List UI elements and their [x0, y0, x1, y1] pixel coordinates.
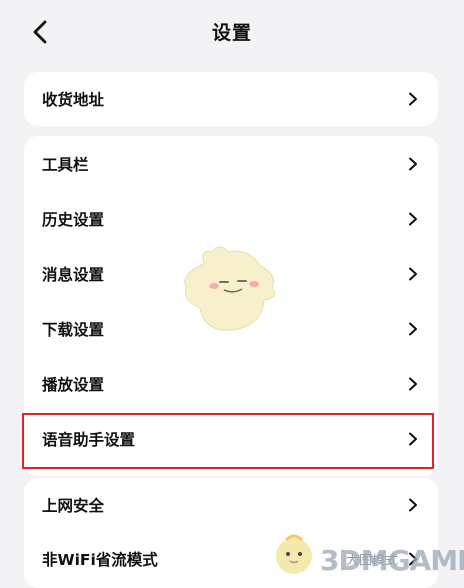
settings-row-web-security[interactable]: 上网安全: [24, 478, 438, 532]
chevron-right-icon: [409, 322, 417, 336]
row-label: 工具栏: [42, 156, 89, 174]
settings-row-playback[interactable]: 播放设置: [24, 357, 438, 411]
mascot-watermark-icon: [184, 246, 276, 331]
row-label: 收货地址: [42, 91, 105, 109]
address-card: 收货地址: [24, 72, 438, 126]
site-logo-icon: [276, 534, 312, 574]
settings-row-history[interactable]: 历史设置: [24, 192, 438, 246]
highlight-frame: [22, 413, 434, 469]
page-title: 设置: [211, 22, 252, 44]
settings-row-toolbar[interactable]: 工具栏: [24, 137, 438, 191]
row-label: 消息设置: [42, 266, 105, 284]
row-label: 上网安全: [42, 497, 105, 515]
settings-row-address[interactable]: 收货地址: [24, 72, 438, 126]
chevron-right-icon: [409, 92, 417, 106]
row-label: 播放设置: [42, 376, 105, 394]
row-label: 非WiFi省流模式: [42, 551, 158, 569]
chevron-right-icon: [409, 498, 417, 512]
header-bar: 设置: [0, 0, 464, 62]
chevron-right-icon: [409, 377, 417, 391]
row-label: 下载设置: [42, 321, 105, 339]
chevron-right-icon: [409, 157, 417, 171]
row-label: 历史设置: [42, 211, 105, 229]
site-watermark: 3DMGAME: [320, 544, 464, 577]
chevron-right-icon: [409, 212, 417, 226]
chevron-right-icon: [409, 267, 417, 281]
